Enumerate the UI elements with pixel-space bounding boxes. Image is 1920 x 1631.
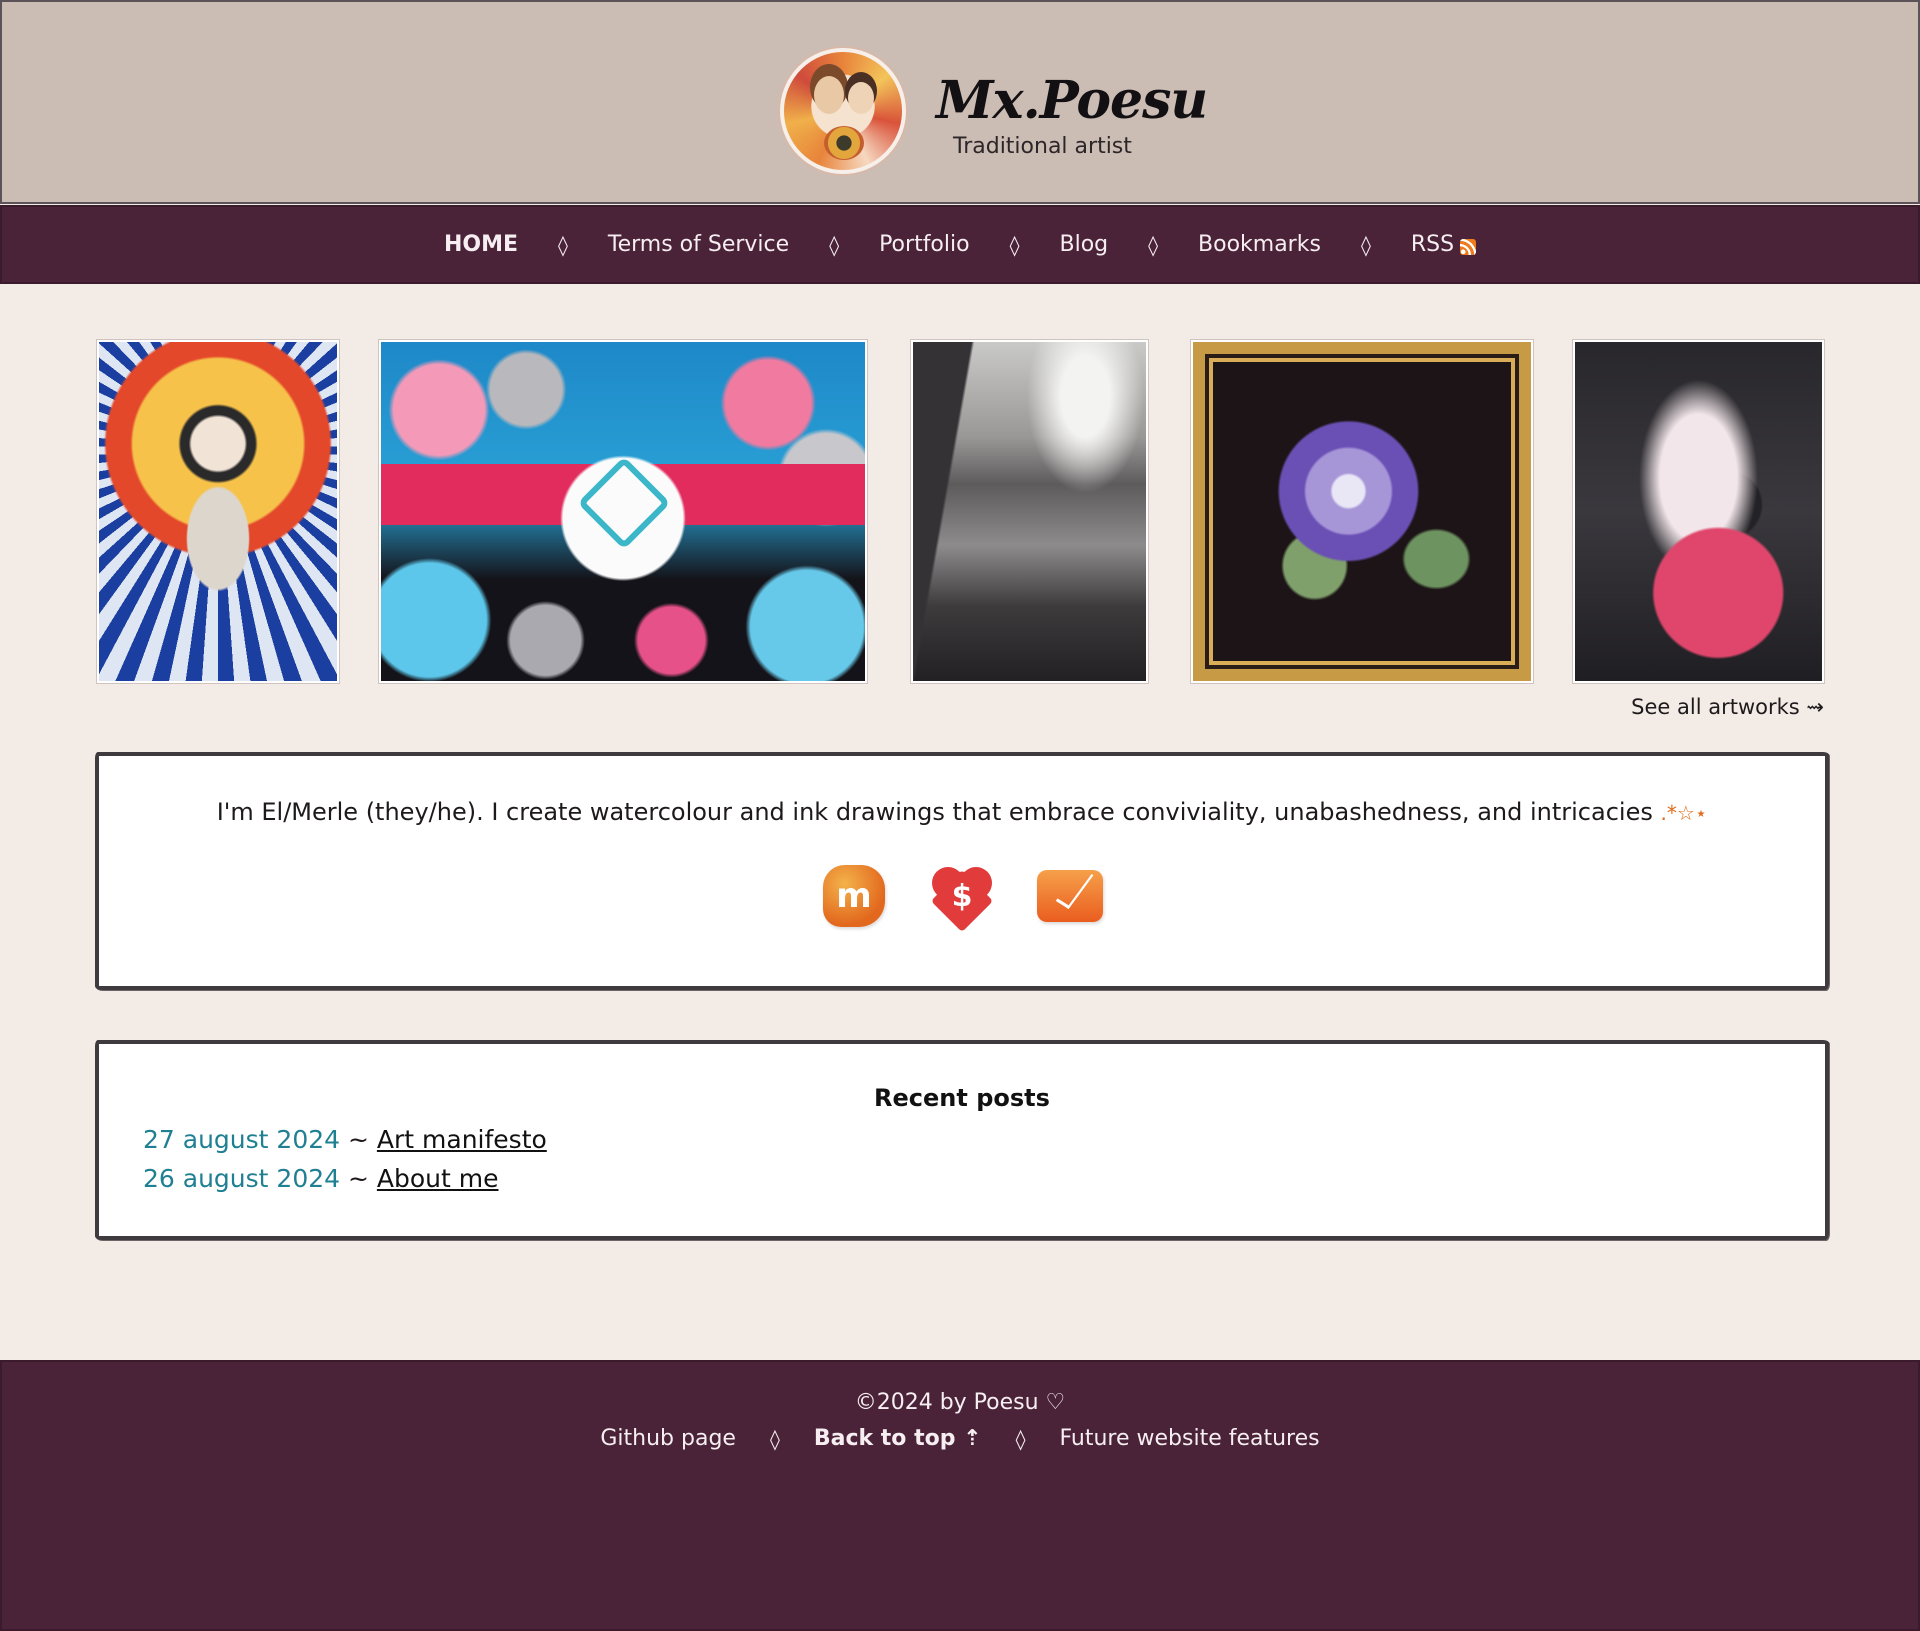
site-title[interactable]: Mx.Poesu [936,70,1208,131]
site-subtitle: Traditional artist [953,134,1132,159]
artwork-thumbnail-misty-coast[interactable] [911,340,1148,683]
artwork-thumbnail-portrait-mandala[interactable] [97,340,339,683]
nav-link-label: Bookmarks [1198,232,1321,257]
dollar-glyph: $ [951,878,973,914]
post-separator: ~ [340,1164,377,1193]
back-to-top-link[interactable]: Back to top ⇡ [814,1426,982,1451]
recent-posts-card: Recent posts 27 august 2024 ~ Art manife… [95,1040,1829,1240]
artwork-gallery: See all artworks ⇝ [0,340,1920,719]
nav-link-home[interactable]: HOME [438,232,524,257]
nav-separator: ◊ [1360,232,1371,257]
post-date: 27 august 2024 [143,1125,341,1154]
avatar[interactable] [780,48,906,174]
artwork-thumbnail-flowers-heart-knot[interactable] [379,340,867,683]
mastodon-link[interactable]: m [819,861,889,931]
nav-link-rss[interactable]: RSS [1405,232,1482,257]
nav-link-bookmarks[interactable]: Bookmarks [1192,232,1327,257]
rss-icon [1460,238,1477,255]
mastodon-icon: m [823,865,885,927]
avatar-figure-right [848,82,874,114]
avatar-sunflower [824,126,864,160]
donate-heart-icon: $ [929,865,995,927]
post-link-about-me[interactable]: About me [377,1164,499,1193]
footer-nav: Github page ◊ Back to top ⇡ ◊ Future web… [2,1426,1918,1451]
post-separator: ~ [340,1125,377,1154]
site-header: Mx.Poesu Traditional artist [0,0,1920,204]
nav-separator: ◊ [829,232,840,257]
footer-separator: ◊ [769,1426,780,1451]
intro-card: I'm El/Merle (they/he). I create waterco… [95,752,1829,990]
intro-text: I'm El/Merle (they/he). I create waterco… [216,798,1653,826]
see-all-artworks-link[interactable]: See all artworks ⇝ [1631,695,1824,719]
nav-separator: ◊ [558,232,568,257]
nav-link-label: Terms of Service [607,232,790,257]
social-links: m $ [99,861,1825,931]
post-link-art-manifesto[interactable]: Art manifesto [377,1125,547,1154]
nav-link-terms-of-service[interactable]: Terms of Service [602,232,795,257]
sparkles-decoration: .*☆⋆ [1660,801,1708,825]
nav-link-label: Blog [1059,232,1109,257]
donate-link[interactable]: $ [927,861,997,931]
artwork-thumbnail-purple-peony[interactable] [1191,340,1533,683]
nav-link-label: HOME [443,232,518,257]
intro-paragraph: I'm El/Merle (they/he). I create waterco… [99,798,1825,826]
copyright: ©2024 by Poesu ♡ [854,1390,1066,1415]
list-item: 26 august 2024 ~ About me [143,1159,547,1198]
artwork-thumbnail-pink-creature[interactable] [1573,340,1824,683]
site-footer: ©2024 by Poesu ♡ Github page ◊ Back to t… [0,1360,1920,1631]
nav-link-label: RSS [1410,232,1455,257]
nav-separator: ◊ [1009,232,1020,257]
nav-link-label: Portfolio [879,232,970,257]
footer-link-github[interactable]: Github page [600,1426,736,1451]
recent-posts-list: 27 august 2024 ~ Art manifesto 26 august… [143,1120,547,1198]
recent-posts-heading: Recent posts [874,1084,1050,1112]
footer-separator: ◊ [1015,1426,1026,1451]
list-item: 27 august 2024 ~ Art manifesto [143,1120,547,1159]
heart-knot-icon [577,456,671,550]
email-link[interactable] [1035,861,1105,931]
main-nav: HOME ◊ Terms of Service ◊ Portfolio ◊ Bl… [0,205,1920,284]
nav-link-blog[interactable]: Blog [1053,232,1114,257]
avatar-figure-left [814,76,844,114]
mail-icon [1037,870,1103,922]
post-date: 26 august 2024 [143,1164,341,1193]
footer-link-future-features[interactable]: Future website features [1059,1426,1319,1451]
brand: Mx.Poesu Traditional artist [780,48,1208,178]
nav-separator: ◊ [1148,232,1159,257]
nav-link-portfolio[interactable]: Portfolio [873,232,976,257]
